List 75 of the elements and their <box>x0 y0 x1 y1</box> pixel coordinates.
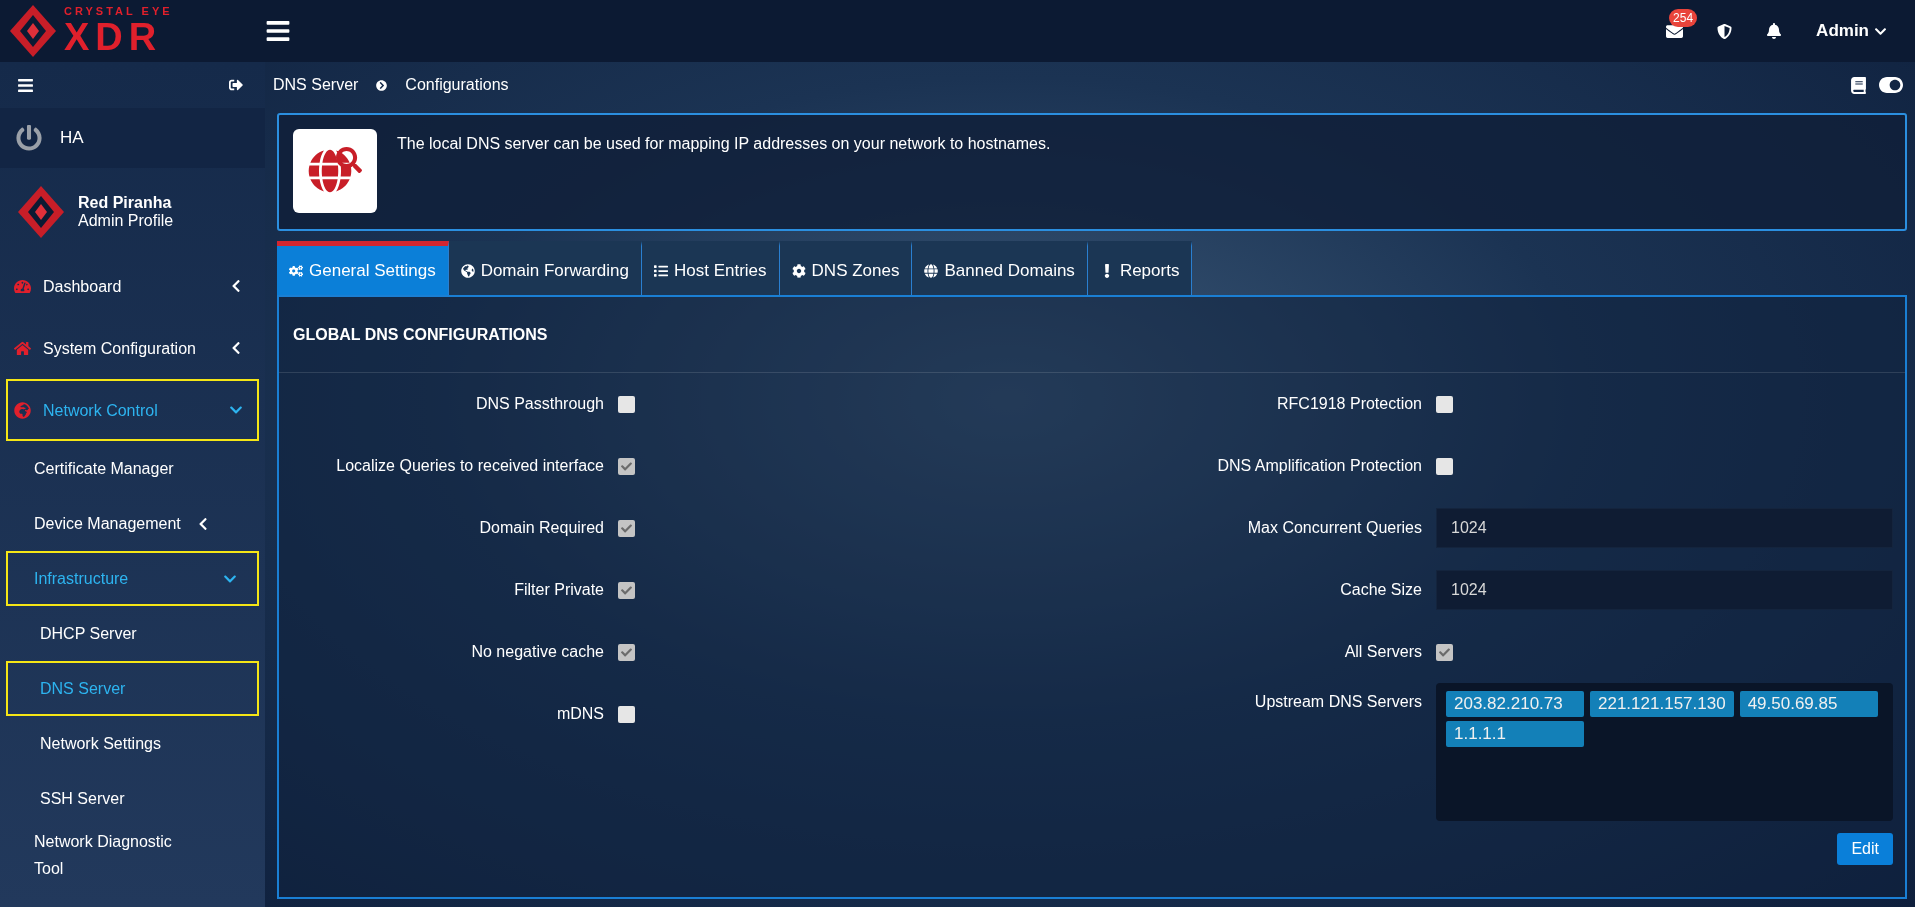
profile-name: Red Piranha <box>78 193 173 212</box>
checkbox[interactable] <box>1436 643 1453 661</box>
field-label: mDNS <box>555 705 604 723</box>
checkbox[interactable] <box>1436 395 1453 413</box>
sidebar-item[interactable]: Certificate Manager <box>6 441 259 496</box>
sidebar-item[interactable]: SSH Server <box>6 771 259 826</box>
field-label: Upstream DNS Servers <box>1253 692 1422 711</box>
panel-title: GLOBAL DNS CONFIGURATIONS <box>279 297 1905 373</box>
tab-icon <box>289 263 303 278</box>
tab-icon <box>791 263 806 278</box>
server-tag: 1.1.1.1 <box>1446 721 1584 747</box>
field-label: All Servers <box>1343 643 1422 661</box>
sidebar-item[interactable]: Network Settings <box>6 716 259 771</box>
tab-icon <box>460 263 475 278</box>
tab[interactable]: Domain Forwarding <box>448 241 642 295</box>
logout-icon[interactable] <box>229 78 243 92</box>
shield-icon[interactable] <box>1717 23 1733 39</box>
server-tag: 49.50.69.85 <box>1739 691 1878 717</box>
power-icon <box>16 125 42 151</box>
input-field[interactable]: 1024 <box>1436 508 1893 548</box>
input-field[interactable]: 1024 <box>1436 570 1893 610</box>
sidebar-item[interactable]: Infrastructure <box>6 551 259 606</box>
tags-field[interactable]: 203.82.210.73 221.121.157.130 49.50.69.85 1.1.1.1 <box>1436 683 1893 821</box>
field-label: Domain Required <box>478 519 604 537</box>
globe-search-icon <box>293 129 377 213</box>
check-icon <box>621 646 632 658</box>
user-menu[interactable]: Admin <box>1816 21 1887 41</box>
sidebar-item[interactable]: Network Control <box>6 379 259 441</box>
bell-icon[interactable] <box>1766 23 1783 39</box>
field-label: Max Concurrent Queries <box>1246 519 1422 537</box>
checkbox[interactable] <box>618 519 635 537</box>
checkbox[interactable] <box>618 705 635 723</box>
mail-count-badge: 254 <box>1669 8 1698 27</box>
check-icon <box>1439 646 1450 658</box>
server-tag: 203.82.210.73 <box>1446 691 1584 717</box>
checkbox[interactable] <box>618 395 635 413</box>
sidebar-item[interactable]: System Configuration <box>6 317 259 379</box>
tab[interactable]: General Settings <box>277 241 449 295</box>
logo-icon <box>8 3 58 59</box>
check-icon <box>621 460 632 472</box>
field-label: Localize Queries to received interface <box>335 457 604 475</box>
logo-tagline: CRYSTAL EYE <box>64 5 173 17</box>
checkbox[interactable] <box>618 643 635 661</box>
check-icon <box>621 584 632 596</box>
sidebar-item[interactable]: DHCP Server <box>6 606 259 661</box>
checkbox[interactable] <box>618 581 635 599</box>
check-icon <box>621 522 632 534</box>
tab[interactable]: Host Entries <box>642 241 780 295</box>
sidebar-item[interactable]: Device Management <box>6 496 259 551</box>
breadcrumb-link[interactable]: DNS Server <box>273 76 359 94</box>
edit-button[interactable]: Edit <box>1837 833 1893 865</box>
server-tag: 221.121.157.130 <box>1590 691 1734 717</box>
ha-row[interactable]: HA <box>0 108 265 168</box>
tab-icon <box>654 263 668 278</box>
info-text: The local DNS server can be used for mapping IP addresses on your network to hostnames. <box>397 135 1051 154</box>
sidebar-item[interactable]: DNS Server <box>6 661 259 716</box>
book-icon[interactable] <box>1850 76 1867 94</box>
field-label: No negative cache <box>470 643 604 661</box>
field-label: RFC1918 Protection <box>1276 395 1422 413</box>
mail-icon[interactable] <box>1666 22 1684 40</box>
tab[interactable]: Banned Domains <box>912 241 1088 295</box>
field-label: DNS Amplification Protection <box>1216 457 1422 475</box>
field-label: DNS Passthrough <box>474 395 604 413</box>
checkbox[interactable] <box>1436 457 1453 475</box>
tab[interactable]: DNS Zones <box>779 241 913 295</box>
profile-role: Admin Profile <box>78 211 174 230</box>
tab[interactable]: Reports <box>1087 241 1193 295</box>
sidebar-item[interactable]: Network Diagnostic Tool <box>6 826 259 884</box>
logo-wordmark: XDR <box>64 16 164 57</box>
breadcrumb-current: Configurations <box>405 76 509 94</box>
checkbox[interactable] <box>618 457 635 475</box>
field-label: Filter Private <box>513 581 604 599</box>
tab-icon <box>924 263 939 278</box>
sidebar-item[interactable]: Dashboard <box>6 255 259 317</box>
field-label: Cache Size <box>1339 581 1422 599</box>
